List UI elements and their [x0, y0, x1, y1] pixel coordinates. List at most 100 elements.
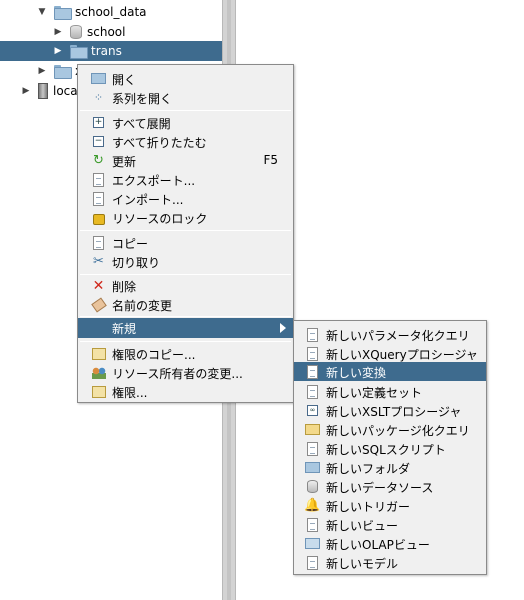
- tree-node-label: school: [87, 25, 126, 39]
- database-icon: [70, 25, 82, 39]
- folder-icon: [70, 45, 88, 59]
- menu-item-copy[interactable]: コピー: [78, 233, 293, 252]
- menu-item-label: 削除: [112, 280, 137, 294]
- menu-item-label: 開く: [112, 73, 137, 87]
- tree-node-school-data[interactable]: ▼ school_data: [0, 2, 222, 22]
- menu-item-label: 新しい変換: [326, 366, 387, 380]
- menu-item-delete[interactable]: ✕ 削除: [78, 276, 293, 295]
- owner-icon: [91, 365, 106, 380]
- menu-item-label: インポート...: [112, 193, 184, 207]
- submenu-item-xquery-procedure[interactable]: 新しいXQueryプロシージャ: [294, 344, 486, 363]
- menu-item-new[interactable]: 新規: [78, 318, 293, 338]
- menu-item-shortcut: F5: [263, 153, 278, 167]
- new-submenu: 新しいパラメータ化クエリ 新しいXQueryプロシージャ 新しい変換 新しい定義…: [293, 320, 487, 575]
- import-icon: [91, 191, 106, 206]
- packaged-query-icon: [305, 422, 320, 437]
- menu-item-label: 切り取り: [112, 256, 161, 270]
- tree-node-trans[interactable]: ▶ trans: [0, 41, 222, 61]
- cut-icon: ✂: [93, 254, 104, 269]
- xquery-icon: [305, 346, 320, 361]
- collapse-arrow-icon[interactable]: ▼: [36, 6, 48, 18]
- menu-item-label: 新しい定義セット: [326, 386, 423, 400]
- menu-separator: [80, 316, 291, 317]
- export-icon: [91, 172, 106, 187]
- menu-item-label: 新しいフォルダ: [326, 462, 411, 476]
- menu-item-label: 系列を開く: [112, 92, 173, 106]
- lock-icon: [91, 210, 106, 225]
- expand-arrow-icon[interactable]: ▶: [36, 65, 48, 77]
- trigger-icon: 🔔: [304, 498, 321, 513]
- menu-separator: [80, 274, 291, 275]
- menu-item-label: 新しいパラメータ化クエリ: [326, 329, 470, 343]
- menu-item-label: 新しいデータソース: [326, 481, 434, 495]
- submenu-item-view[interactable]: 新しいビュー: [294, 515, 486, 534]
- submenu-item-definition-set[interactable]: 新しい定義セット: [294, 382, 486, 401]
- menu-item-permissions[interactable]: 権限...: [78, 382, 293, 401]
- menu-item-copy-permissions[interactable]: 権限のコピー...: [78, 344, 293, 363]
- menu-item-expand-all[interactable]: + すべて展開: [78, 113, 293, 132]
- expand-arrow-icon[interactable]: ▶: [52, 45, 64, 57]
- submenu-item-model[interactable]: 新しいモデル: [294, 553, 486, 572]
- submenu-item-folder[interactable]: 新しいフォルダ: [294, 458, 486, 477]
- submenu-item-olap-view[interactable]: 新しいOLAPビュー: [294, 534, 486, 553]
- menu-item-label: 新しいトリガー: [326, 500, 411, 514]
- menu-item-export[interactable]: エクスポート...: [78, 170, 293, 189]
- menu-item-import[interactable]: インポート...: [78, 189, 293, 208]
- menu-item-label: 新しいビュー: [326, 519, 399, 533]
- menu-item-open[interactable]: 開く: [78, 69, 293, 88]
- submenu-item-parameterized-query[interactable]: 新しいパラメータ化クエリ: [294, 325, 486, 344]
- copy-permissions-icon: [91, 346, 106, 361]
- menu-item-open-lineage[interactable]: ⁘ 系列を開く: [78, 88, 293, 107]
- tree-node-label: loca: [53, 84, 78, 98]
- menu-item-label: リソースのロック: [112, 212, 208, 226]
- submenu-item-packaged-query[interactable]: 新しいパッケージ化クエリ: [294, 420, 486, 439]
- menu-item-label: 新しいXQueryプロシージャ: [326, 348, 478, 362]
- expand-icon: +: [93, 117, 104, 128]
- menu-item-label: エクスポート...: [112, 174, 196, 188]
- menu-separator: [80, 341, 291, 342]
- tree-node-school[interactable]: ▶ school: [0, 22, 222, 42]
- copy-icon: [91, 235, 106, 250]
- parameterized-query-icon: [305, 327, 320, 342]
- menu-item-label: 新しいXSLTプロシージャ: [326, 405, 462, 419]
- menu-item-collapse-all[interactable]: − すべて折りたたむ: [78, 132, 293, 151]
- delete-icon: ✕: [92, 277, 105, 294]
- menu-item-label: 権限のコピー...: [112, 348, 196, 362]
- menu-item-label: 新しいパッケージ化クエリ: [326, 424, 470, 438]
- refresh-icon: ↻: [93, 153, 104, 168]
- sql-script-icon: [305, 441, 320, 456]
- menu-item-label: コピー: [112, 237, 149, 251]
- menu-separator: [80, 230, 291, 231]
- submenu-item-transform[interactable]: 新しい変換: [294, 362, 486, 381]
- submenu-item-xslt-procedure[interactable]: ∞ 新しいXSLTプロシージャ: [294, 401, 486, 420]
- menu-item-change-owner[interactable]: リソース所有者の変更...: [78, 363, 293, 382]
- menu-item-cut[interactable]: ✂ 切り取り: [78, 252, 293, 271]
- tree-node-label: trans: [91, 44, 122, 58]
- menu-item-label: すべて展開: [112, 117, 171, 131]
- menu-item-label: 新しいSQLスクリプト: [326, 443, 446, 457]
- context-menu: 開く ⁘ 系列を開く + すべて展開 − すべて折りたたむ ↻ 更新 F5 エク…: [77, 64, 294, 403]
- submenu-item-datasource[interactable]: 新しいデータソース: [294, 477, 486, 496]
- model-icon: [305, 555, 320, 570]
- folder-icon: [54, 65, 72, 79]
- folder-icon: [305, 460, 320, 475]
- menu-separator: [80, 110, 291, 111]
- server-icon: [38, 83, 48, 99]
- menu-item-lock-resource[interactable]: リソースのロック: [78, 208, 293, 227]
- transform-icon: [305, 364, 320, 379]
- menu-item-rename[interactable]: 名前の変更: [78, 295, 293, 314]
- lineage-icon: ⁘: [93, 91, 104, 104]
- menu-item-label: 新しいOLAPビュー: [326, 538, 430, 552]
- menu-item-label: 権限...: [112, 386, 148, 400]
- xslt-icon: ∞: [305, 403, 320, 418]
- submenu-item-sql-script[interactable]: 新しいSQLスクリプト: [294, 439, 486, 458]
- menu-item-label: すべて折りたたむ: [112, 136, 207, 150]
- submenu-item-trigger[interactable]: 🔔 新しいトリガー: [294, 496, 486, 515]
- expand-arrow-icon[interactable]: ▶: [52, 26, 64, 38]
- rename-icon: [90, 296, 107, 313]
- permissions-icon: [91, 384, 106, 399]
- menu-item-refresh[interactable]: ↻ 更新 F5: [78, 151, 293, 170]
- expand-arrow-icon[interactable]: ▶: [20, 85, 32, 97]
- menu-item-label: 新規: [112, 322, 137, 336]
- menu-item-label: 新しいモデル: [326, 557, 399, 571]
